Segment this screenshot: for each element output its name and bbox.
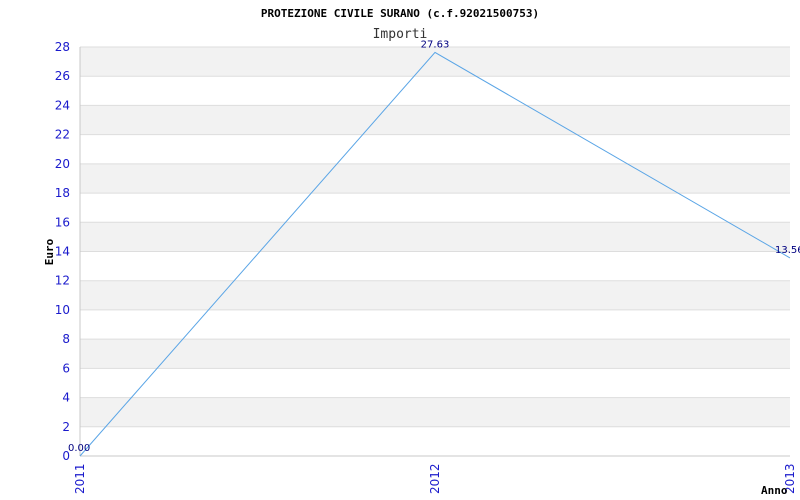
plot-band [80,397,790,427]
y-tick-label: 4 [62,391,70,405]
line-chart: 0246810121416182022242628 2011 2012 2013 0… [43,7,800,497]
y-tick-label: 14 [55,245,70,259]
plot-band [80,339,790,369]
plot-band [80,105,790,135]
y-tick-label: 24 [55,98,70,112]
data-label: 0.00 [68,443,90,454]
plot-band [80,280,790,310]
y-tick-label: 20 [55,157,70,171]
y-tick-label: 10 [55,303,70,317]
y-tick-label: 26 [55,69,70,83]
x-tick-labels: 2011 2012 2013 [73,463,797,494]
y-tick-label: 18 [55,186,70,200]
x-axis-label: Anno [761,484,788,497]
chart-subtitle: Importi [373,27,428,42]
y-tick-label: 28 [55,40,70,54]
y-tick-labels: 0246810121416182022242628 [55,40,70,463]
y-tick-label: 12 [55,274,70,288]
plot-band [80,222,790,252]
y-axis-label: Euro [43,238,56,265]
x-tick-label: 2011 [73,463,87,494]
chart-title: PROTEZIONE CIVILE SURANO (c.f.9202150075… [261,7,539,20]
y-tick-label: 22 [55,128,70,142]
plot-background-bands [80,47,790,427]
y-tick-label: 8 [62,332,70,346]
data-label: 13.56 [775,245,800,256]
plot-band [80,47,790,77]
y-tick-label: 6 [62,361,70,375]
x-tick-label: 2012 [428,463,442,494]
plot-band [80,163,790,194]
y-tick-label: 16 [55,215,70,229]
y-tick-label: 2 [62,420,70,434]
